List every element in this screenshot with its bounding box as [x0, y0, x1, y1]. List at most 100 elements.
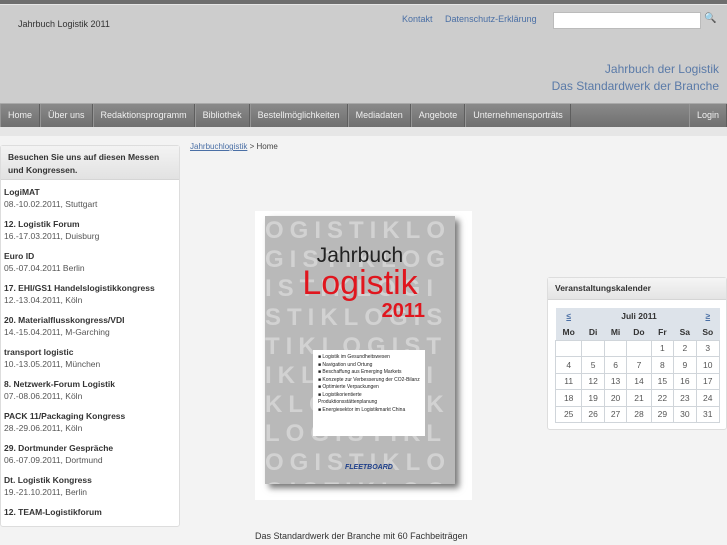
calendar-week: 4 5 6 7 8 9 10 — [554, 356, 721, 374]
event-item: transport logistic 10.-13.05.2011, Münche… — [4, 346, 176, 370]
cover-caption: Das Standardwerk der Branche mit 60 Fach… — [255, 531, 468, 541]
cover-bullet: Energiesektor im Logistikmarkt China — [318, 407, 420, 415]
calendar-week: 25 26 27 28 29 30 31 — [554, 405, 721, 423]
cover-bullet: Beschaffung aus Emerging Markets — [318, 369, 420, 377]
calendar-day[interactable]: 11 — [554, 372, 583, 390]
calendar-day[interactable]: 23 — [673, 389, 697, 407]
calendar-day — [626, 339, 652, 357]
calendar-day[interactable]: 22 — [650, 389, 675, 407]
cover-bullet: Logistik im Gesundheitswesen — [318, 354, 420, 362]
event-name: 29. Dortmunder Gespräche — [4, 443, 114, 453]
breadcrumb: Jahrbuchlogistik > Home — [190, 142, 278, 151]
cover-brand-logo: FLEETBOARD — [345, 464, 393, 471]
book: OGISTIKLOGISTIKLOGISTIKLOGISTIKLOGISTIKL… — [265, 216, 455, 484]
event-info: 05.-07.04.2011 Berlin — [4, 263, 85, 273]
event-item: 20. Materialflusskongress/VDI 14.-15.04.2… — [4, 314, 176, 338]
weekday-header: Fr — [651, 324, 674, 340]
calendar-day[interactable]: 5 — [581, 356, 605, 374]
event-item: Dt. Logistik Kongress 19.-21.10.2011, Ber… — [4, 474, 176, 498]
calendar-day[interactable]: 29 — [650, 405, 675, 423]
nav-home[interactable]: Home — [0, 104, 41, 127]
calendar-day[interactable]: 17 — [695, 372, 721, 390]
tagline-line-2: Das Standardwerk der Branche — [551, 79, 719, 93]
contact-link[interactable]: Kontakt — [402, 14, 433, 24]
event-name: Dt. Logistik Kongress — [4, 475, 92, 485]
calendar-day[interactable]: 13 — [603, 372, 628, 390]
event-item: LogiMAT 08.-10.02.2011, Stuttgart — [4, 186, 176, 210]
calendar-day[interactable]: 26 — [581, 405, 605, 423]
calendar-day[interactable]: 2 — [673, 339, 697, 357]
breadcrumb-separator: > — [247, 142, 257, 151]
cover-bullet: Optimierte Verpackungen — [318, 384, 420, 392]
weekday-header: Mi — [604, 324, 627, 340]
event-name: 8. Netzwerk-Forum Logistik — [4, 379, 115, 389]
event-info: 16.-17.03.2011, Duisburg — [4, 231, 100, 241]
calendar-day[interactable]: 14 — [626, 372, 652, 390]
nav-offers[interactable]: Angebote — [410, 104, 466, 127]
search-input[interactable] — [553, 12, 701, 29]
search-icon[interactable]: 🔍 — [704, 13, 716, 24]
calendar-month: Juli 2011 — [581, 308, 697, 324]
breadcrumb-home-link[interactable]: Jahrbuchlogistik — [190, 142, 247, 151]
privacy-link[interactable]: Datenschutz-Erklärung — [445, 14, 537, 24]
calendar-week: 123 — [554, 339, 721, 357]
header: Jahrbuch Logistik 2011 Kontakt Datenschu… — [0, 4, 727, 103]
calendar-week: 11 12 13 14 15 16 17 — [554, 372, 721, 390]
calendar-day[interactable]: 1 — [650, 339, 675, 357]
calendar-day[interactable]: 25 — [554, 405, 583, 423]
weekday-header: Mo — [555, 324, 582, 340]
calendar-title: Veranstaltungskalender — [548, 278, 726, 300]
calendar-day[interactable]: 20 — [603, 389, 628, 407]
event-info: 14.-15.04.2011, M-Garching — [4, 327, 110, 337]
calendar-day[interactable]: 27 — [603, 405, 628, 423]
cover-year: 2011 — [381, 300, 425, 322]
calendar-day[interactable]: 7 — [626, 356, 652, 374]
calendar-day[interactable]: 10 — [695, 356, 721, 374]
nav-library[interactable]: Bibliothek — [194, 104, 250, 127]
event-item: 29. Dortmunder Gespräche 06.-07.09.2011, … — [4, 442, 176, 466]
calendar-day[interactable]: 18 — [554, 389, 583, 407]
calendar-day[interactable]: 19 — [581, 389, 605, 407]
event-item: Euro ID 05.-07.04.2011 Berlin — [4, 250, 176, 274]
nav-company-portraits[interactable]: Unternehmensporträts — [465, 104, 571, 127]
prev-month-button[interactable]: ≤ — [566, 311, 571, 321]
nav-mediadata[interactable]: Mediadaten — [347, 104, 411, 127]
nav-program[interactable]: Redaktionsprogramm — [92, 104, 195, 127]
nav-login[interactable]: Login — [688, 104, 727, 127]
calendar-day[interactable]: 21 — [626, 389, 652, 407]
calendar-day[interactable]: 31 — [695, 405, 721, 423]
nav-about[interactable]: Über uns — [40, 104, 93, 127]
event-info: 10.-13.05.2011, München — [4, 359, 101, 369]
event-name: 17. EHI/GS1 Handelslogistikkongress — [4, 283, 155, 293]
event-name: Euro ID — [4, 251, 35, 261]
event-calendar: Veranstaltungskalender ≤ Juli 2011 ≥ Mo Di M… — [547, 277, 727, 430]
cover-bullet: Konzepte zur Verbesserung der CO2-Bilanz — [318, 377, 420, 385]
calendar-day[interactable]: 4 — [554, 356, 583, 374]
weekday-header: Do — [626, 324, 652, 340]
divider-band — [0, 127, 727, 136]
calendar-day[interactable]: 6 — [603, 356, 628, 374]
book-cover-image[interactable]: OGISTIKLOGISTIKLOGISTIKLOGISTIKLOGISTIKL… — [255, 211, 472, 500]
calendar-day[interactable]: 9 — [673, 356, 697, 374]
cover-title-2: Logistik — [302, 264, 418, 302]
calendar-day[interactable]: 12 — [581, 372, 605, 390]
nav-ordering[interactable]: Bestellmöglichkeiten — [249, 104, 348, 127]
event-item: 12. Logistik Forum 16.-17.03.2011, Duisbu… — [4, 218, 176, 242]
event-name: 12. Logistik Forum — [4, 219, 80, 229]
site-title: Jahrbuch Logistik 2011 — [18, 19, 110, 29]
next-month-button[interactable]: ≥ — [705, 311, 710, 321]
calendar-day[interactable]: 24 — [695, 389, 721, 407]
calendar-day[interactable]: 16 — [673, 372, 697, 390]
tagline: Jahrbuch der Logistik Das Standardwerk d… — [552, 61, 719, 95]
calendar-day[interactable]: 30 — [673, 405, 697, 423]
event-name: PACK 11/Packaging Kongress — [4, 411, 126, 421]
calendar-table: ≤ Juli 2011 ≥ Mo Di Mi Do Fr Sa So 1 2 3 4 5 6 7 8 9 10 11… — [554, 308, 721, 423]
calendar-day[interactable]: 15 — [650, 372, 675, 390]
weekday-header: So — [696, 324, 720, 340]
main-nav: Home Über uns Redaktionsprogramm Bibliot… — [0, 103, 727, 127]
calendar-day[interactable]: 3 — [695, 339, 721, 357]
event-info: 12.-13.04.2011, Köln — [4, 295, 83, 305]
top-links: Kontakt Datenschutz-Erklärung — [402, 14, 547, 24]
calendar-day[interactable]: 28 — [626, 405, 652, 423]
calendar-day[interactable]: 8 — [650, 356, 675, 374]
